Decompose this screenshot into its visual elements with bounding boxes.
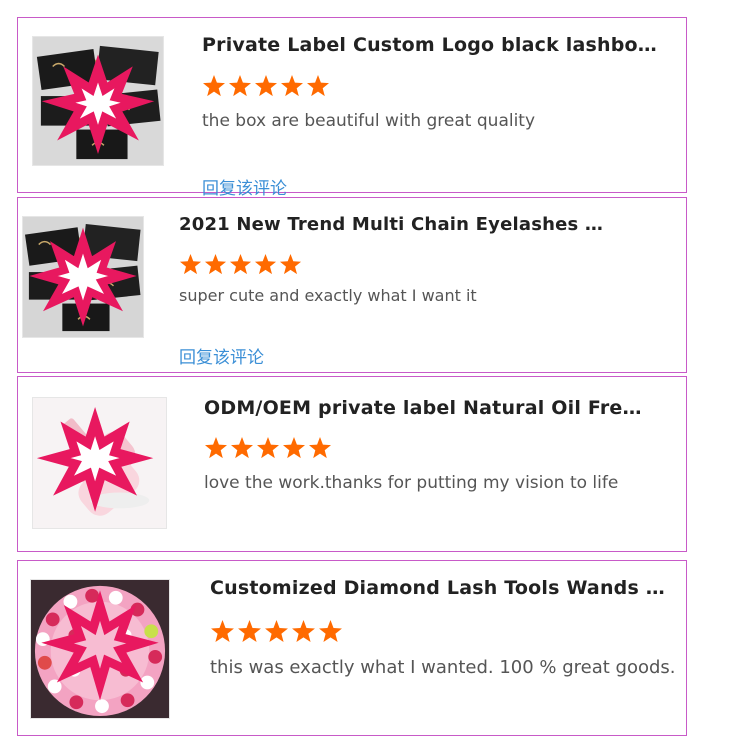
star-icon bbox=[229, 75, 251, 97]
star-icon bbox=[292, 620, 315, 643]
star-icon bbox=[319, 620, 342, 643]
lash-box-photo-image bbox=[23, 217, 143, 337]
review-card: Private Label Custom Logo black lashbox … bbox=[17, 17, 687, 199]
product-thumbnail[interactable] bbox=[32, 36, 164, 166]
review-comment: the box are beautiful with great quality bbox=[202, 111, 536, 131]
star-icon bbox=[205, 437, 227, 459]
product-thumbnail[interactable] bbox=[30, 579, 170, 719]
reply-link[interactable]: 回复该评论 bbox=[202, 174, 287, 199]
review-card: 2021 New Trend Multi Chain Eyelashes Box… bbox=[17, 197, 687, 373]
reply-link[interactable]: 回复该评论 bbox=[179, 343, 264, 368]
star-icon bbox=[265, 620, 288, 643]
bottle-photo-image bbox=[33, 398, 166, 528]
star-icon bbox=[309, 437, 331, 459]
star-icon bbox=[203, 75, 225, 97]
star-icon bbox=[238, 620, 261, 643]
product-title[interactable]: Private Label Custom Logo black lashbox … bbox=[202, 34, 662, 56]
product-title[interactable]: ODM/OEM private label Natural Oil Free E… bbox=[204, 397, 654, 419]
review-comment: super cute and exactly what I want it bbox=[179, 286, 477, 305]
star-icon bbox=[179, 253, 202, 275]
star-icon bbox=[231, 437, 253, 459]
star-icon bbox=[229, 253, 252, 275]
wands-tray-photo-image bbox=[31, 580, 169, 718]
product-title[interactable]: 2021 New Trend Multi Chain Eyelashes Box… bbox=[179, 214, 609, 235]
star-icon bbox=[307, 75, 329, 97]
star-rating bbox=[179, 253, 302, 276]
star-icon bbox=[255, 75, 277, 97]
star-rating bbox=[210, 619, 343, 644]
star-icon bbox=[279, 253, 302, 275]
star-icon bbox=[204, 253, 227, 275]
product-thumbnail[interactable] bbox=[32, 397, 167, 529]
star-icon bbox=[211, 620, 234, 643]
lash-box-photo-image bbox=[33, 37, 163, 165]
star-icon bbox=[281, 75, 303, 97]
star-rating bbox=[204, 436, 332, 460]
star-icon bbox=[283, 437, 305, 459]
product-thumbnail[interactable] bbox=[22, 216, 144, 338]
star-icon bbox=[254, 253, 277, 275]
review-comment: this was exactly what I wanted. 100 % gr… bbox=[210, 657, 676, 678]
star-rating bbox=[202, 74, 330, 98]
product-title[interactable]: Customized Diamond Lash Tools Wands Masc… bbox=[210, 577, 680, 599]
star-icon bbox=[257, 437, 279, 459]
review-card: Customized Diamond Lash Tools Wands Masc… bbox=[17, 560, 687, 736]
review-card: ODM/OEM private label Natural Oil Free E… bbox=[17, 376, 687, 552]
review-comment: love the work.thanks for putting my visi… bbox=[204, 473, 619, 493]
